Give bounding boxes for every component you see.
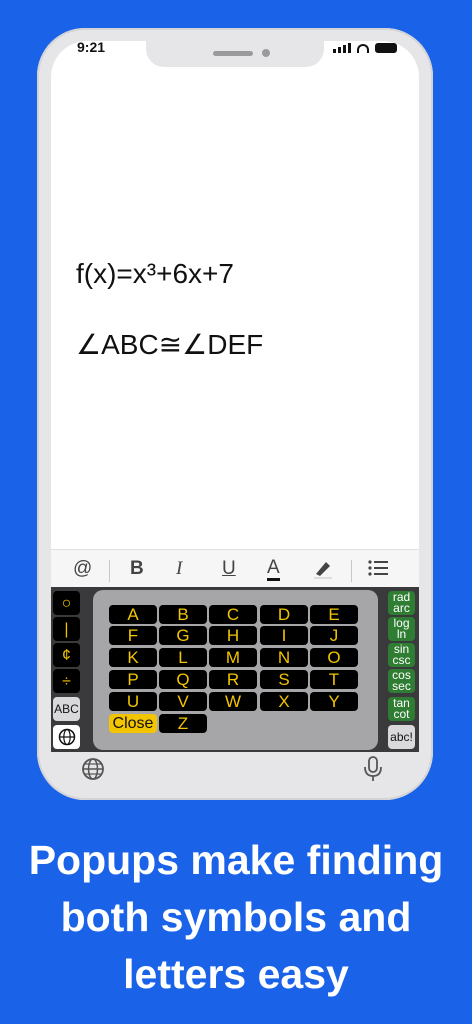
caption-line: Popups make finding [28,837,444,883]
editor-line-2[interactable]: ∠ABC≅∠DEF [76,328,263,361]
key-letter[interactable]: T [310,670,358,689]
bold-button[interactable]: B [130,558,144,580]
status-time: 9:21 [77,41,106,55]
toolbar-divider [351,560,352,582]
letter-popup: A B C D E F G H I J K L M N O P Q R S T [93,590,378,750]
key-letter[interactable]: F [109,626,157,645]
abc-key[interactable]: ABC [53,697,80,721]
key-letter[interactable]: K [109,648,157,667]
toolbar-divider [109,560,110,582]
key-letter[interactable]: Q [159,670,207,689]
key-letter[interactable]: P [109,670,157,689]
status-icons [333,43,397,53]
key-letter[interactable]: N [260,648,308,667]
key-letter[interactable]: B [159,605,207,624]
wifi-icon [357,43,369,53]
key-letter[interactable]: G [159,626,207,645]
key-letter[interactable]: A [109,605,157,624]
key-letter[interactable]: E [310,605,358,624]
mention-button[interactable]: @ [73,558,92,580]
key-letter[interactable]: S [260,670,308,689]
math-keyboard: ○ | ¢ ÷ ABC rad arc log ln sin csc cos s… [51,587,419,752]
key-letter[interactable]: J [310,626,358,645]
phone-frame: 9:21 f(x)=x³+6x+7 ∠ABC≅∠DEF @ B I U A ○ … [37,28,433,800]
key-letter[interactable]: I [260,626,308,645]
key-cent[interactable]: ¢ [53,643,80,667]
format-toolbar: @ B I U A [51,549,419,590]
battery-icon [375,43,397,53]
key-pipe[interactable]: | [53,617,80,641]
key-letter[interactable]: C [209,605,257,624]
key-log-ln[interactable]: log ln [388,617,415,641]
highlighter-icon[interactable] [312,558,334,586]
key-tan-cot[interactable]: tan cot [388,697,415,721]
camera [262,49,270,57]
key-letter[interactable]: Y [310,692,358,711]
key-letter[interactable]: Z [159,714,207,733]
screen: 9:21 f(x)=x³+6x+7 ∠ABC≅∠DEF @ B I U A ○ … [51,41,419,786]
abc-symbols-key[interactable]: abc! [388,725,415,749]
key-letter[interactable]: D [260,605,308,624]
caption-line: letters easy [123,951,349,997]
key-divide[interactable]: ÷ [53,669,80,693]
speaker [213,51,253,56]
key-letter[interactable]: O [310,648,358,667]
key-letter[interactable]: V [159,692,207,711]
underline-button[interactable]: U [222,558,236,580]
key-letter[interactable]: M [209,648,257,667]
italic-button[interactable]: I [176,558,182,580]
notch [146,41,324,67]
text-color-button[interactable]: A [267,558,280,581]
signal-icon [333,43,351,53]
key-letter[interactable]: L [159,648,207,667]
key-letter[interactable]: U [109,692,157,711]
editor-line-1[interactable]: f(x)=x³+6x+7 [76,258,234,290]
close-popup-button[interactable]: Close [109,714,157,733]
key-sin-csc[interactable]: sin csc [388,643,415,667]
key-letter[interactable]: H [209,626,257,645]
bottom-bar [51,752,419,786]
list-icon[interactable] [367,558,389,584]
globe-icon[interactable] [81,757,105,786]
caption-line: both symbols and [60,894,412,940]
microphone-icon[interactable] [362,755,384,786]
key-letter[interactable]: W [209,692,257,711]
key-cos-sec[interactable]: cos sec [388,669,415,693]
key-letter[interactable]: X [260,692,308,711]
key-letter[interactable]: R [209,670,257,689]
key-rad-arc[interactable]: rad arc [388,591,415,615]
marketing-caption: Popups make finding both symbols and let… [0,832,472,1003]
key-circle[interactable]: ○ [53,591,80,615]
globe-icon[interactable] [53,725,80,749]
